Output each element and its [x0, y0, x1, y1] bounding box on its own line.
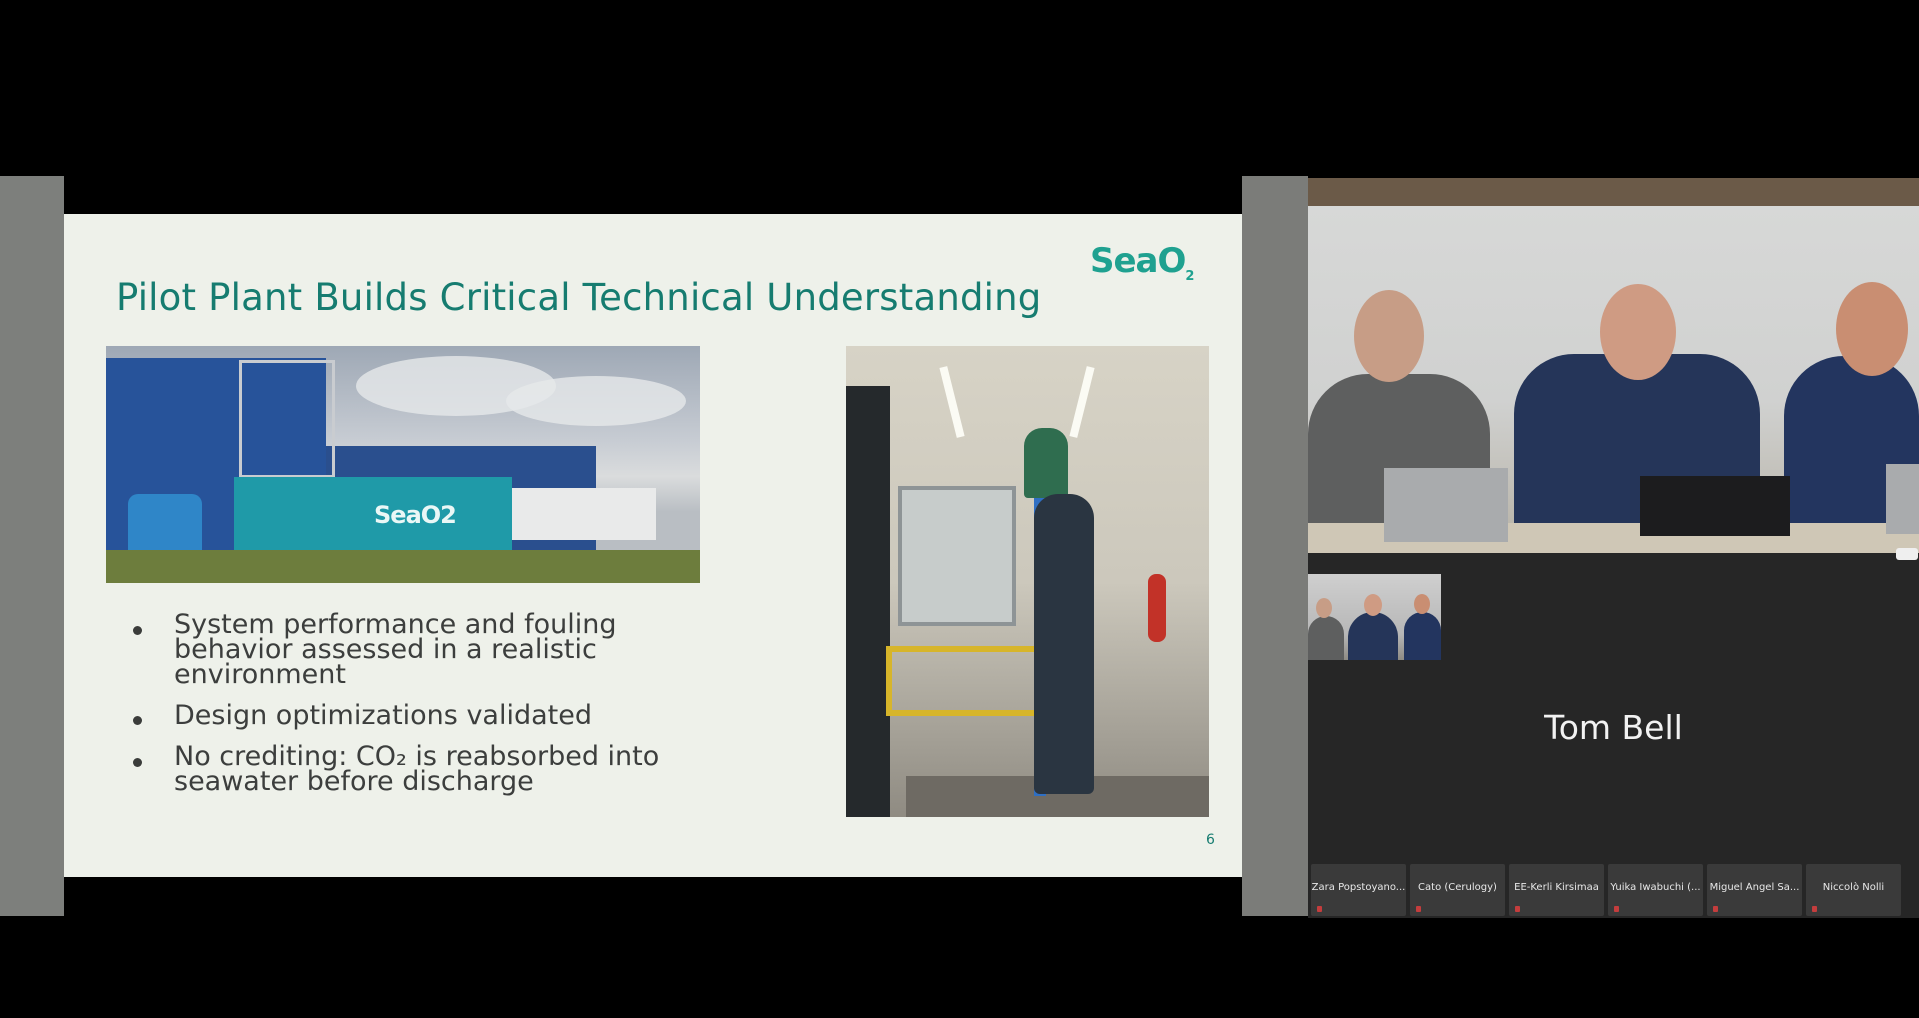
mic-muted-icon — [1812, 906, 1817, 912]
participant-name: Niccolò Nolli — [1822, 882, 1885, 893]
bullet-item: System performance and fouling behavior … — [174, 609, 617, 690]
participant-tile[interactable]: Miguel Ángel Sa... — [1707, 864, 1802, 916]
bullet-dot — [133, 758, 142, 767]
speaker-name: Tom Bell — [1544, 708, 1683, 747]
main-video-feed[interactable] — [1308, 178, 1919, 553]
self-view-thumbnail[interactable] — [1308, 574, 1441, 660]
participant-name: Miguel Ángel Sa... — [1709, 882, 1800, 893]
bullet-dot — [133, 716, 142, 725]
middle-grey-border — [1242, 176, 1308, 916]
pilot-plant-interior-photo — [846, 346, 1209, 817]
participant-name: EE-Kerli Kirsimaa — [1514, 882, 1599, 893]
left-grey-border — [0, 176, 64, 916]
participant-tile[interactable]: Cato (Cerulogy) — [1410, 864, 1505, 916]
participant-name: Yuika Iwabuchi (... — [1610, 882, 1701, 893]
bullet-item: Design optimizations validated — [174, 700, 592, 731]
bullet-item: No crediting: CO₂ is reabsorbed into sea… — [174, 741, 660, 797]
participant-tile[interactable]: Zara Popstoyano... — [1311, 864, 1406, 916]
mic-muted-icon — [1713, 906, 1718, 912]
slide-page-number: 6 — [1206, 832, 1215, 848]
participant-tile[interactable]: Yuika Iwabuchi (... — [1608, 864, 1703, 916]
participant-name: Cato (Cerulogy) — [1418, 882, 1497, 893]
participant-name: Zara Popstoyano... — [1311, 882, 1406, 893]
mic-muted-icon — [1515, 906, 1520, 912]
bullet-dot — [133, 626, 142, 635]
screen-share-icon[interactable] — [1896, 548, 1918, 560]
video-conference-panel: Tom Bell Zara Popstoyano... Cato (Cerulo… — [1308, 178, 1919, 918]
mic-muted-icon — [1416, 906, 1421, 912]
slide-title: Pilot Plant Builds Critical Technical Un… — [116, 276, 1042, 319]
mic-muted-icon — [1317, 906, 1322, 912]
participant-tile[interactable]: EE-Kerli Kirsimaa — [1509, 864, 1604, 916]
mic-muted-icon — [1614, 906, 1619, 912]
presentation-slide: SeaO2 Pilot Plant Builds Critical Techni… — [64, 214, 1242, 877]
pilot-plant-exterior-photo: SeaO2 — [106, 346, 700, 583]
brand-logo: SeaO2 — [1090, 241, 1194, 284]
container-logo-label: SeaO2 — [374, 501, 457, 529]
participant-tile[interactable]: Niccolò Nolli — [1806, 864, 1901, 916]
